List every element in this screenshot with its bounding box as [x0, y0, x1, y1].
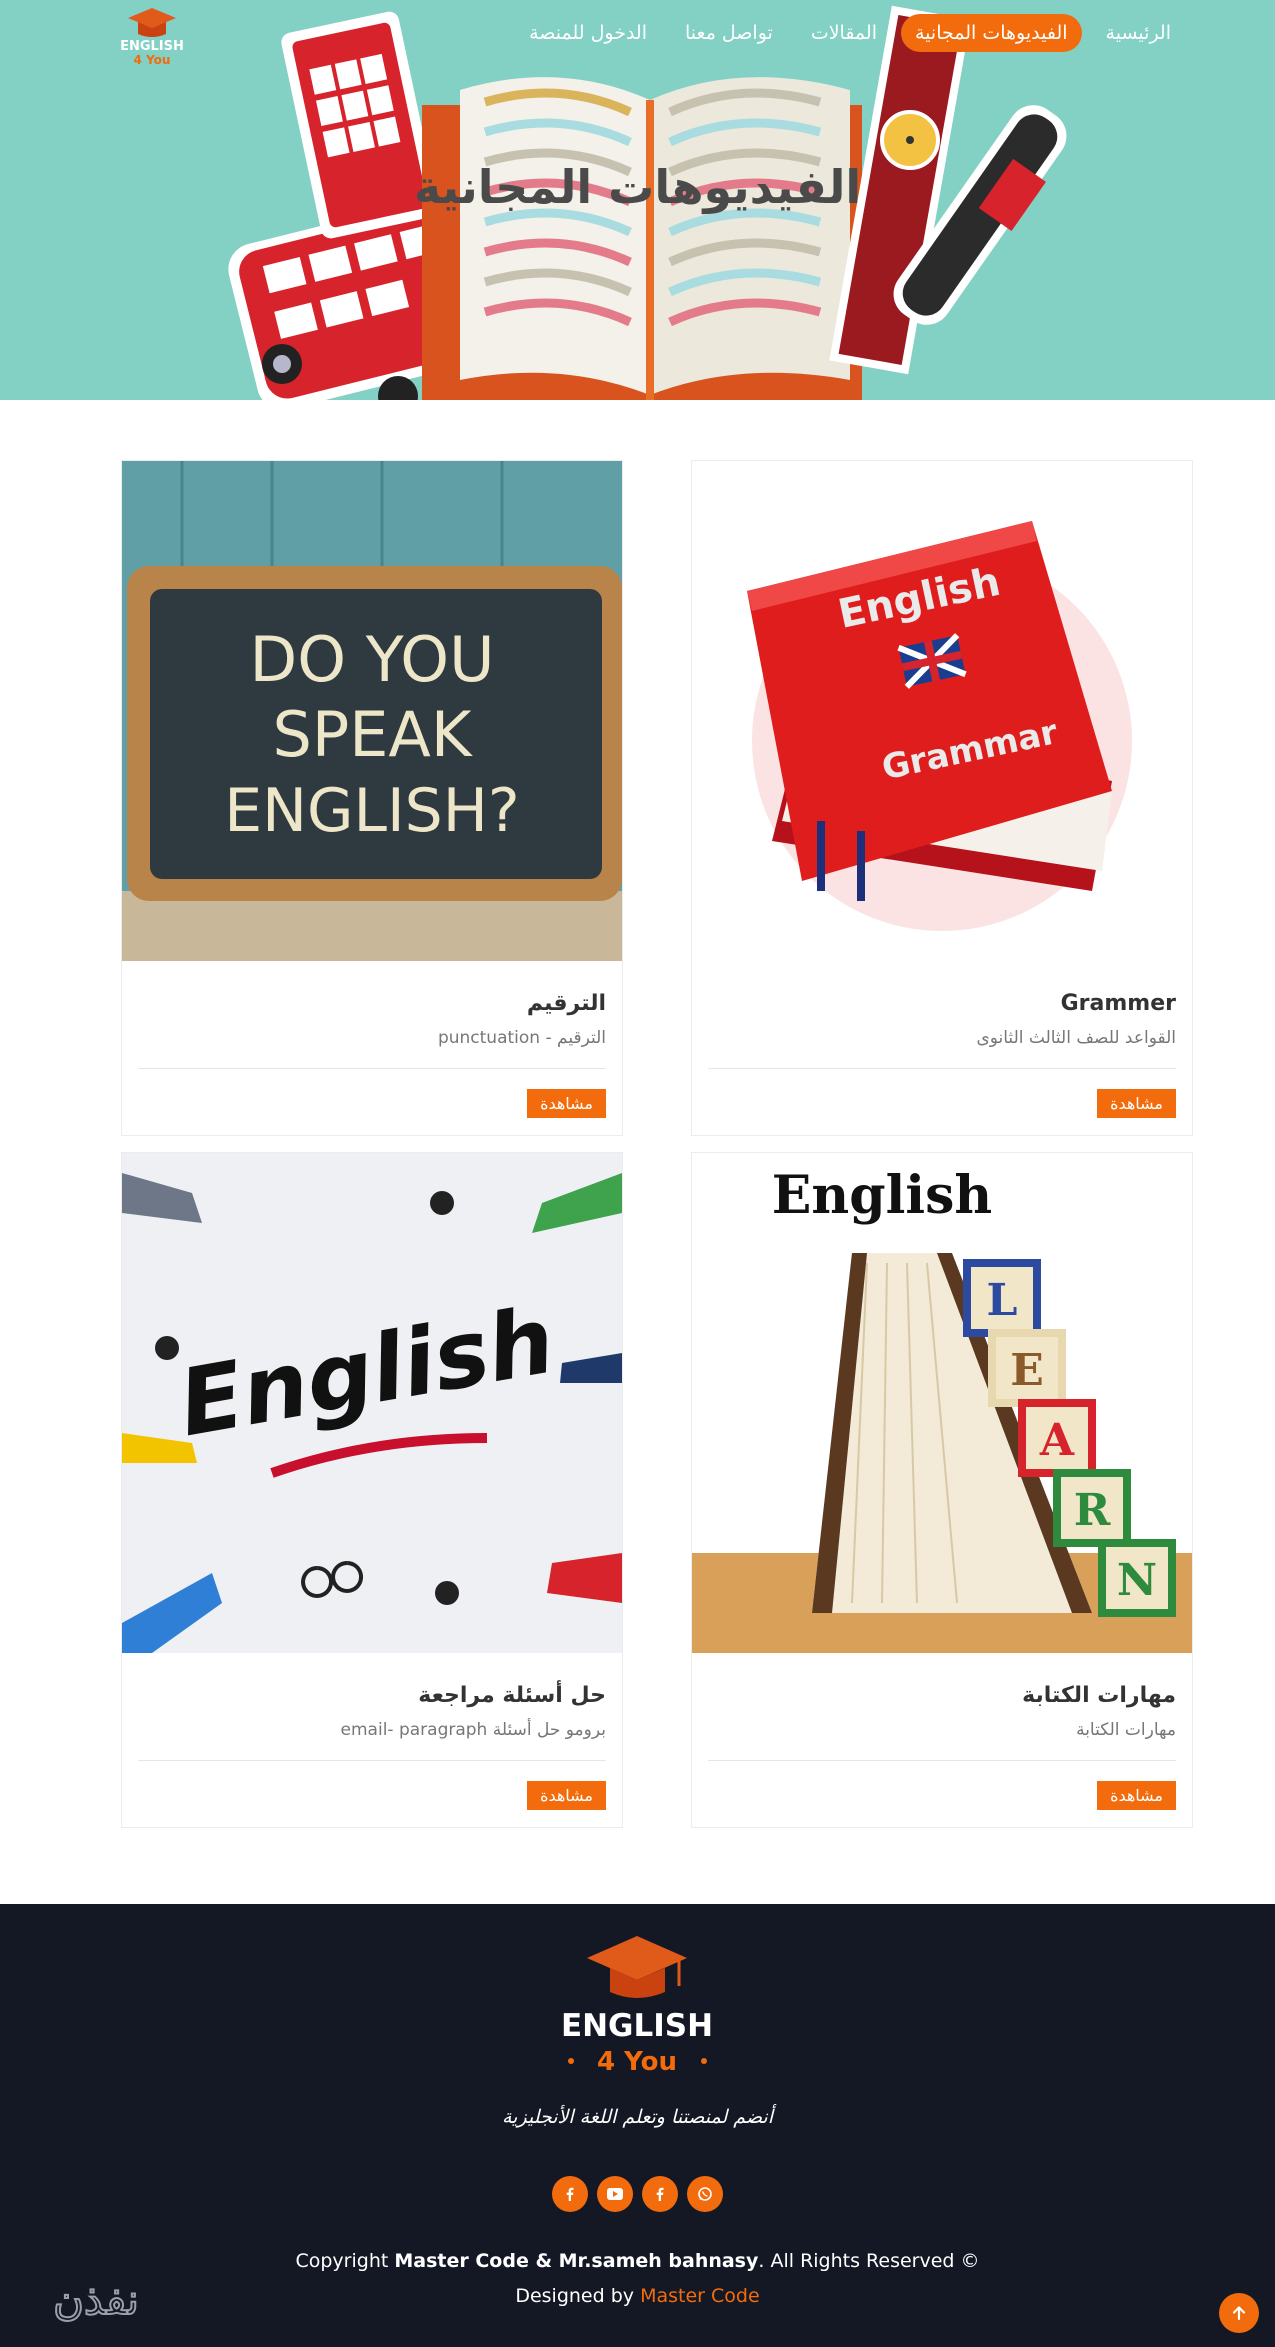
watch-button[interactable]: مشاهدة [527, 1781, 606, 1810]
card-body: مهارات الكتابة مهارات الكتابة مشاهدة [692, 1653, 1192, 1827]
facebook-icon[interactable] [552, 2176, 588, 2212]
scroll-to-top-button[interactable] [1219, 2293, 1259, 2333]
svg-text:E: E [1010, 1345, 1044, 1396]
page: ENGLISH 4 You الرئيسية الفيديوهات المجاني… [0, 0, 1275, 2347]
hero-banner: ENGLISH 4 You الرئيسية الفيديوهات المجاني… [0, 0, 1275, 400]
svg-text:ENGLISH?: ENGLISH? [224, 776, 519, 846]
card-image[interactable]: English [122, 1153, 622, 1653]
nav-item-4[interactable]: الدخول للمنصة [515, 14, 661, 52]
card-body: حل أسئلة مراجعة برومو حل أسئلة email- pa… [122, 1653, 622, 1827]
whatsapp-icon[interactable] [687, 2176, 723, 2212]
svg-text:L: L [987, 1275, 1018, 1326]
video-card: English L E A R N مهارات الكتابة مهارات … [691, 1152, 1193, 1828]
svg-text:R: R [1074, 1485, 1111, 1536]
card-title: Grammer [1060, 991, 1176, 1016]
video-card: English حل أسئلة مراجعة برومو حل أسئلة e… [121, 1152, 623, 1828]
svg-text:ENGLISH: ENGLISH [120, 39, 184, 54]
card-image[interactable]: DO YOU SPEAK ENGLISH? [122, 461, 622, 961]
copyright-prefix: Copyright [295, 2250, 389, 2272]
site-logo[interactable]: ENGLISH 4 You [110, 4, 194, 66]
card-image[interactable]: English L E A R N [692, 1153, 1192, 1653]
card-body: Grammer القواعد للصف الثالث الثانوى مشاه… [692, 961, 1192, 1135]
card-body: الترقيم الترقيم - punctuation مشاهدة [122, 961, 622, 1135]
svg-text:A: A [1039, 1415, 1075, 1466]
svg-text:نفذن: نفذن [53, 2275, 139, 2324]
svg-text:SPEAK: SPEAK [273, 698, 473, 771]
watch-button[interactable]: مشاهدة [1097, 1781, 1176, 1810]
facebook-icon[interactable] [642, 2176, 678, 2212]
svg-text:English: English [772, 1165, 992, 1226]
copyright-owner: Master Code & Mr.sameh bahnasy [394, 2250, 759, 2272]
watch-button[interactable]: مشاهدة [1097, 1089, 1176, 1118]
nav-item-2[interactable]: المقالات [797, 14, 891, 52]
designed-prefix: Designed by [515, 2285, 635, 2307]
designed-by: Designed by Master Code [0, 2285, 1275, 2307]
copyright-suffix: . All Rights Reserved © [758, 2250, 980, 2272]
svg-text:ENGLISH: ENGLISH [561, 2008, 713, 2044]
youtube-icon[interactable] [597, 2176, 633, 2212]
card-divider [138, 1068, 606, 1069]
card-divider [708, 1760, 1176, 1761]
card-divider [138, 1760, 606, 1761]
svg-text:4 You: 4 You [597, 2047, 677, 2077]
site-footer: ENGLISH 4 You أنضم لمنصتنا وتعلم اللغة ا… [0, 1904, 1275, 2347]
page-title: الفيديوهات المجانية [413, 160, 862, 214]
card-image[interactable]: English Grammar [692, 461, 1192, 961]
svg-text:N: N [1117, 1555, 1157, 1606]
copyright: Copyright Master Code & Mr.sameh bahnasy… [0, 2250, 1275, 2272]
card-subtitle: برومو حل أسئلة email- paragraph [340, 1720, 606, 1740]
card-subtitle: الترقيم - punctuation [437, 1028, 606, 1048]
video-card: DO YOU SPEAK ENGLISH? الترقيم الترقيم - … [121, 460, 623, 1136]
arrow-up-icon [1232, 2306, 1246, 2321]
main-nav: الرئيسية الفيديوهات المجانية المقالات تواصل… [515, 14, 1185, 52]
nav-item-1[interactable]: الفيديوهات المجانية [901, 14, 1082, 52]
designer-link[interactable]: Master Code [640, 2285, 760, 2307]
svg-text:4 You: 4 You [134, 53, 171, 66]
card-divider [708, 1068, 1176, 1069]
card-title: حل أسئلة مراجعة [418, 1683, 606, 1708]
open-book-illustration [422, 77, 862, 400]
nav-item-3[interactable]: تواصل معنا [671, 14, 787, 52]
card-subtitle: مهارات الكتابة [1076, 1720, 1176, 1740]
card-subtitle: القواعد للصف الثالث الثانوى [976, 1028, 1176, 1048]
video-card: English Grammar Grammer القواعد للصف الث… [691, 460, 1193, 1136]
footer-logo[interactable]: ENGLISH 4 You [555, 1930, 720, 2080]
card-title: مهارات الكتابة [1022, 1683, 1176, 1708]
social-links [0, 2176, 1275, 2212]
svg-text:DO YOU: DO YOU [250, 623, 495, 696]
watch-button[interactable]: مشاهدة [527, 1089, 606, 1118]
watermark-logo: نفذن [52, 2274, 140, 2324]
nav-item-0[interactable]: الرئيسية [1092, 14, 1185, 52]
footer-tagline: أنضم لمنصتنا وتعلم اللغة الأنجليزية [501, 2106, 773, 2128]
card-title: الترقيم [526, 991, 606, 1016]
